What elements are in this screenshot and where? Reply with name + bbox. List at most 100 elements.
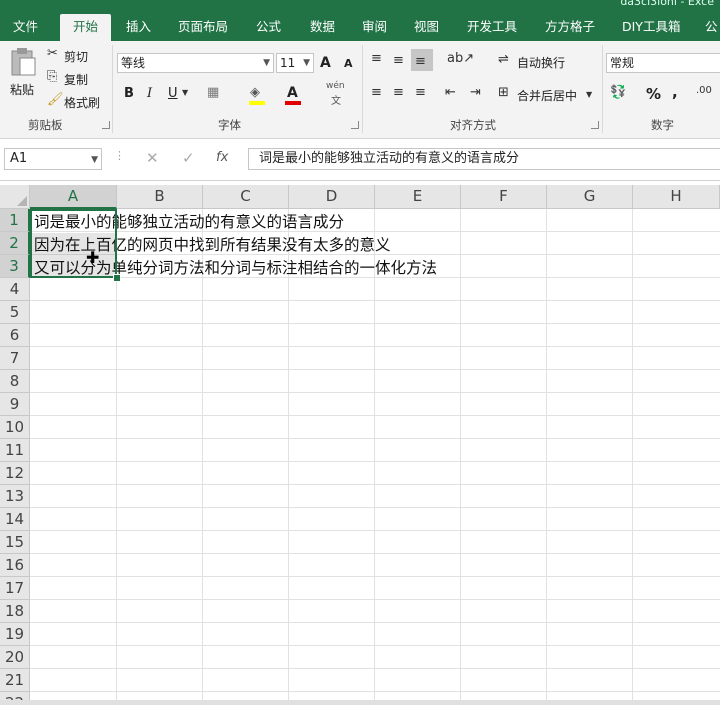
align-center-icon[interactable]: ≡ — [393, 85, 404, 100]
row-header[interactable]: 12 — [0, 462, 30, 485]
row-header[interactable]: 21 — [0, 669, 30, 692]
gridline — [30, 392, 720, 393]
phonetic-button[interactable]: wén — [326, 81, 345, 91]
row-header[interactable]: 15 — [0, 531, 30, 554]
font-size-select[interactable]: 11 ▼ — [276, 53, 314, 73]
alignment-launcher-icon[interactable] — [591, 121, 599, 129]
column-header-a[interactable]: A — [30, 185, 117, 209]
tab-home[interactable]: 开始 — [60, 14, 111, 41]
align-top-icon[interactable]: ≡ — [371, 51, 382, 66]
align-left-icon[interactable]: ≡ — [371, 85, 382, 100]
tab-view[interactable]: 视图 — [414, 14, 439, 41]
tab-review[interactable]: 审阅 — [362, 14, 387, 41]
row-header[interactable]: 8 — [0, 370, 30, 393]
ribbon-tabs: 文件 开始 插入 页面布局 公式 数据 审阅 视图 开发工具 方方格子 DIY工… — [0, 10, 720, 41]
number-format-value: 常规 — [610, 56, 635, 70]
comma-button[interactable]: , — [672, 83, 678, 101]
wrap-text-button[interactable]: 自动换行 — [517, 54, 565, 71]
chevron-down-icon[interactable]: ▼ — [182, 88, 188, 97]
row-header[interactable]: 3 — [0, 255, 30, 278]
row-header[interactable]: 9 — [0, 393, 30, 416]
shrink-font-button[interactable]: A — [344, 57, 353, 70]
row-header[interactable]: 20 — [0, 646, 30, 669]
select-all-corner[interactable] — [0, 185, 30, 209]
column-header-d[interactable]: D — [289, 185, 375, 209]
tab-file[interactable]: 文件 — [13, 14, 38, 41]
border-icon[interactable]: ▦ — [207, 85, 219, 100]
cut-button[interactable]: 剪切 — [64, 48, 88, 65]
column-header-f[interactable]: F — [461, 185, 547, 209]
name-box[interactable]: A1 ▼ — [4, 148, 102, 170]
row-header[interactable]: 14 — [0, 508, 30, 531]
column-header-b[interactable]: B — [117, 185, 203, 209]
tab-diy-toolbox[interactable]: DIY工具箱 — [622, 14, 680, 41]
orientation-icon[interactable]: ab↗ — [447, 51, 474, 66]
percent-button[interactable]: % — [646, 85, 661, 103]
column-header-e[interactable]: E — [375, 185, 461, 209]
italic-button[interactable]: I — [147, 86, 152, 101]
gridline — [30, 461, 720, 462]
tab-developer[interactable]: 开发工具 — [467, 14, 517, 41]
column-header-h[interactable]: H — [633, 185, 720, 209]
row-header[interactable]: 19 — [0, 623, 30, 646]
clipboard-launcher-icon[interactable] — [102, 121, 110, 129]
fill-color-icon[interactable]: ◈ — [250, 85, 260, 100]
cancel-icon[interactable]: ✕ — [146, 149, 159, 167]
gridline — [30, 599, 720, 600]
formula-input[interactable]: 词是最小的能够独立活动的有意义的语言成分 — [248, 148, 720, 170]
row-header[interactable]: 6 — [0, 324, 30, 347]
increase-decimal-icon[interactable]: .00 — [696, 85, 712, 96]
column-header-g[interactable]: G — [547, 185, 633, 209]
bold-button[interactable]: B — [124, 86, 134, 101]
tab-page-layout[interactable]: 页面布局 — [178, 14, 228, 41]
row-header[interactable]: 18 — [0, 600, 30, 623]
row-header[interactable]: 2 — [0, 232, 30, 255]
enter-icon[interactable]: ✓ — [182, 149, 195, 167]
tab-insert[interactable]: 插入 — [126, 14, 151, 41]
merge-icon: ⊞ — [498, 85, 509, 100]
row-header[interactable]: 7 — [0, 347, 30, 370]
row-header[interactable]: 5 — [0, 301, 30, 324]
underline-button[interactable]: U — [168, 86, 178, 101]
number-format-select[interactable]: 常规 — [606, 53, 720, 73]
row-header[interactable]: 10 — [0, 416, 30, 439]
gridline — [288, 209, 289, 705]
tab-more[interactable]: 公 — [705, 14, 718, 41]
align-bottom-button[interactable]: ≡ — [411, 49, 433, 71]
font-launcher-icon[interactable] — [351, 121, 359, 129]
font-name-select[interactable]: 等线 ▼ — [117, 53, 274, 73]
insert-function-button[interactable]: fx — [216, 150, 228, 165]
row-header[interactable]: 1 — [0, 209, 30, 232]
merge-center-button[interactable]: 合并后居中 — [517, 87, 577, 104]
currency-icon[interactable]: 💱 — [610, 85, 626, 100]
copy-button[interactable]: 复制 — [64, 71, 88, 88]
gridline — [30, 323, 720, 324]
tab-fangfang[interactable]: 方方格子 — [545, 14, 595, 41]
fill-handle[interactable] — [113, 274, 121, 282]
paste-button[interactable]: 粘贴 — [6, 47, 40, 103]
decrease-indent-icon[interactable]: ⇤ — [445, 85, 456, 100]
row-header[interactable]: 16 — [0, 554, 30, 577]
font-color-button[interactable]: A — [287, 85, 298, 101]
font-group-label: 字体 — [218, 118, 241, 132]
tab-formulas[interactable]: 公式 — [256, 14, 281, 41]
gridline — [632, 209, 633, 705]
spreadsheet-grid: A B C D E F G H 1 2 3 4 5 6 7 8 9 10 11 … — [0, 185, 720, 705]
gridline — [30, 415, 720, 416]
row-header[interactable]: 4 — [0, 278, 30, 301]
grow-font-button[interactable]: A — [320, 55, 331, 71]
align-right-icon[interactable]: ≡ — [415, 85, 426, 100]
increase-indent-icon[interactable]: ⇥ — [470, 85, 481, 100]
column-header-c[interactable]: C — [203, 185, 289, 209]
brush-icon: 🖌 — [47, 92, 64, 107]
format-painter-button[interactable]: 格式刷 — [64, 94, 100, 111]
window-title: da3ci3ioni - Exce — [620, 0, 714, 8]
align-middle-icon[interactable]: ≡ — [393, 53, 404, 68]
row-header[interactable]: 11 — [0, 439, 30, 462]
row-header[interactable]: 17 — [0, 577, 30, 600]
gridline — [30, 576, 720, 577]
row-header[interactable]: 13 — [0, 485, 30, 508]
chevron-down-icon[interactable]: ▼ — [586, 90, 592, 99]
gridline — [460, 209, 461, 705]
tab-data[interactable]: 数据 — [310, 14, 335, 41]
